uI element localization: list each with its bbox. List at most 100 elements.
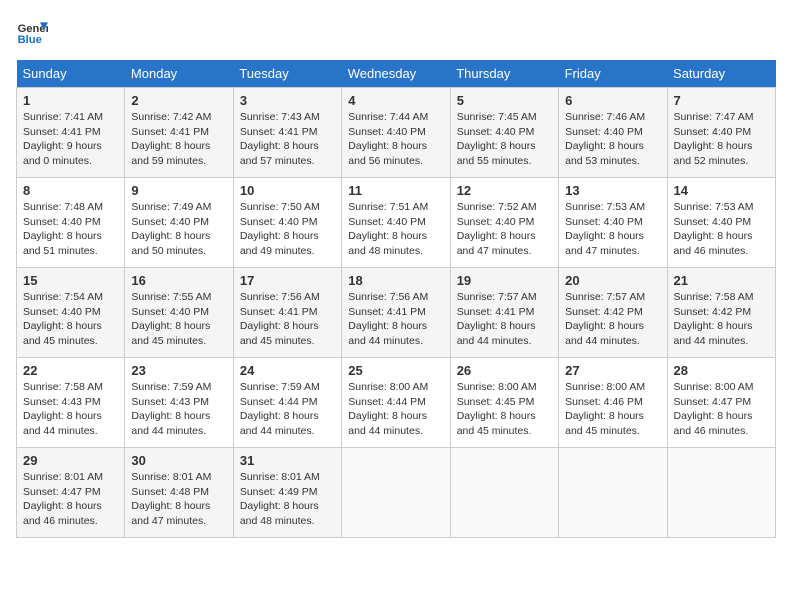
calendar-cell: 6 Sunrise: 7:46 AM Sunset: 4:40 PM Dayli… — [559, 88, 667, 178]
day-number: 2 — [131, 93, 226, 108]
day-info: Sunrise: 7:58 AM Sunset: 4:42 PM Dayligh… — [674, 290, 769, 349]
day-info: Sunrise: 8:00 AM Sunset: 4:46 PM Dayligh… — [565, 380, 660, 439]
day-number: 31 — [240, 453, 335, 468]
calendar-cell: 21 Sunrise: 7:58 AM Sunset: 4:42 PM Dayl… — [667, 268, 775, 358]
day-info: Sunrise: 7:43 AM Sunset: 4:41 PM Dayligh… — [240, 110, 335, 169]
day-number: 20 — [565, 273, 660, 288]
day-number: 21 — [674, 273, 769, 288]
calendar-cell: 20 Sunrise: 7:57 AM Sunset: 4:42 PM Dayl… — [559, 268, 667, 358]
day-number: 28 — [674, 363, 769, 378]
day-info: Sunrise: 7:56 AM Sunset: 4:41 PM Dayligh… — [240, 290, 335, 349]
calendar-cell: 15 Sunrise: 7:54 AM Sunset: 4:40 PM Dayl… — [17, 268, 125, 358]
day-number: 12 — [457, 183, 552, 198]
day-info: Sunrise: 7:58 AM Sunset: 4:43 PM Dayligh… — [23, 380, 118, 439]
day-info: Sunrise: 7:48 AM Sunset: 4:40 PM Dayligh… — [23, 200, 118, 259]
day-info: Sunrise: 7:47 AM Sunset: 4:40 PM Dayligh… — [674, 110, 769, 169]
weekday-header-wednesday: Wednesday — [342, 60, 450, 88]
calendar-cell: 4 Sunrise: 7:44 AM Sunset: 4:40 PM Dayli… — [342, 88, 450, 178]
day-number: 15 — [23, 273, 118, 288]
day-number: 14 — [674, 183, 769, 198]
day-info: Sunrise: 7:44 AM Sunset: 4:40 PM Dayligh… — [348, 110, 443, 169]
calendar-cell: 30 Sunrise: 8:01 AM Sunset: 4:48 PM Dayl… — [125, 448, 233, 538]
calendar-cell — [342, 448, 450, 538]
calendar-cell: 10 Sunrise: 7:50 AM Sunset: 4:40 PM Dayl… — [233, 178, 341, 268]
day-number: 26 — [457, 363, 552, 378]
calendar-week-row: 8 Sunrise: 7:48 AM Sunset: 4:40 PM Dayli… — [17, 178, 776, 268]
calendar-cell: 14 Sunrise: 7:53 AM Sunset: 4:40 PM Dayl… — [667, 178, 775, 268]
calendar-cell: 29 Sunrise: 8:01 AM Sunset: 4:47 PM Dayl… — [17, 448, 125, 538]
day-number: 7 — [674, 93, 769, 108]
day-number: 24 — [240, 363, 335, 378]
day-info: Sunrise: 8:01 AM Sunset: 4:48 PM Dayligh… — [131, 470, 226, 529]
calendar-cell: 3 Sunrise: 7:43 AM Sunset: 4:41 PM Dayli… — [233, 88, 341, 178]
day-info: Sunrise: 7:51 AM Sunset: 4:40 PM Dayligh… — [348, 200, 443, 259]
day-number: 8 — [23, 183, 118, 198]
calendar-cell: 24 Sunrise: 7:59 AM Sunset: 4:44 PM Dayl… — [233, 358, 341, 448]
calendar-cell: 23 Sunrise: 7:59 AM Sunset: 4:43 PM Dayl… — [125, 358, 233, 448]
calendar-cell: 5 Sunrise: 7:45 AM Sunset: 4:40 PM Dayli… — [450, 88, 558, 178]
calendar-cell: 28 Sunrise: 8:00 AM Sunset: 4:47 PM Dayl… — [667, 358, 775, 448]
calendar-cell: 18 Sunrise: 7:56 AM Sunset: 4:41 PM Dayl… — [342, 268, 450, 358]
day-number: 16 — [131, 273, 226, 288]
calendar-cell — [667, 448, 775, 538]
calendar-cell: 13 Sunrise: 7:53 AM Sunset: 4:40 PM Dayl… — [559, 178, 667, 268]
day-number: 18 — [348, 273, 443, 288]
calendar-cell: 12 Sunrise: 7:52 AM Sunset: 4:40 PM Dayl… — [450, 178, 558, 268]
calendar-cell: 22 Sunrise: 7:58 AM Sunset: 4:43 PM Dayl… — [17, 358, 125, 448]
day-info: Sunrise: 8:01 AM Sunset: 4:49 PM Dayligh… — [240, 470, 335, 529]
day-number: 27 — [565, 363, 660, 378]
day-number: 17 — [240, 273, 335, 288]
day-info: Sunrise: 7:57 AM Sunset: 4:42 PM Dayligh… — [565, 290, 660, 349]
day-number: 29 — [23, 453, 118, 468]
calendar-cell: 25 Sunrise: 8:00 AM Sunset: 4:44 PM Dayl… — [342, 358, 450, 448]
day-info: Sunrise: 7:46 AM Sunset: 4:40 PM Dayligh… — [565, 110, 660, 169]
day-info: Sunrise: 7:54 AM Sunset: 4:40 PM Dayligh… — [23, 290, 118, 349]
day-number: 25 — [348, 363, 443, 378]
calendar-cell: 27 Sunrise: 8:00 AM Sunset: 4:46 PM Dayl… — [559, 358, 667, 448]
weekday-header-friday: Friday — [559, 60, 667, 88]
day-info: Sunrise: 7:49 AM Sunset: 4:40 PM Dayligh… — [131, 200, 226, 259]
day-info: Sunrise: 7:59 AM Sunset: 4:43 PM Dayligh… — [131, 380, 226, 439]
calendar-week-row: 29 Sunrise: 8:01 AM Sunset: 4:47 PM Dayl… — [17, 448, 776, 538]
day-number: 3 — [240, 93, 335, 108]
day-number: 19 — [457, 273, 552, 288]
calendar-cell: 11 Sunrise: 7:51 AM Sunset: 4:40 PM Dayl… — [342, 178, 450, 268]
calendar-table: SundayMondayTuesdayWednesdayThursdayFrid… — [16, 60, 776, 538]
day-info: Sunrise: 7:42 AM Sunset: 4:41 PM Dayligh… — [131, 110, 226, 169]
day-number: 13 — [565, 183, 660, 198]
weekday-header-tuesday: Tuesday — [233, 60, 341, 88]
day-info: Sunrise: 7:53 AM Sunset: 4:40 PM Dayligh… — [674, 200, 769, 259]
weekday-header-sunday: Sunday — [17, 60, 125, 88]
weekday-header-row: SundayMondayTuesdayWednesdayThursdayFrid… — [17, 60, 776, 88]
day-info: Sunrise: 8:00 AM Sunset: 4:44 PM Dayligh… — [348, 380, 443, 439]
day-info: Sunrise: 7:52 AM Sunset: 4:40 PM Dayligh… — [457, 200, 552, 259]
day-info: Sunrise: 8:00 AM Sunset: 4:47 PM Dayligh… — [674, 380, 769, 439]
logo-icon: General Blue — [16, 16, 48, 48]
calendar-cell: 19 Sunrise: 7:57 AM Sunset: 4:41 PM Dayl… — [450, 268, 558, 358]
svg-text:Blue: Blue — [18, 34, 42, 46]
day-info: Sunrise: 8:01 AM Sunset: 4:47 PM Dayligh… — [23, 470, 118, 529]
day-info: Sunrise: 7:55 AM Sunset: 4:40 PM Dayligh… — [131, 290, 226, 349]
day-info: Sunrise: 8:00 AM Sunset: 4:45 PM Dayligh… — [457, 380, 552, 439]
day-number: 11 — [348, 183, 443, 198]
day-info: Sunrise: 7:59 AM Sunset: 4:44 PM Dayligh… — [240, 380, 335, 439]
weekday-header-thursday: Thursday — [450, 60, 558, 88]
day-number: 22 — [23, 363, 118, 378]
day-number: 23 — [131, 363, 226, 378]
calendar-cell: 8 Sunrise: 7:48 AM Sunset: 4:40 PM Dayli… — [17, 178, 125, 268]
day-number: 9 — [131, 183, 226, 198]
day-info: Sunrise: 7:57 AM Sunset: 4:41 PM Dayligh… — [457, 290, 552, 349]
day-number: 4 — [348, 93, 443, 108]
day-info: Sunrise: 7:50 AM Sunset: 4:40 PM Dayligh… — [240, 200, 335, 259]
calendar-cell: 31 Sunrise: 8:01 AM Sunset: 4:49 PM Dayl… — [233, 448, 341, 538]
calendar-cell — [559, 448, 667, 538]
page-header: General Blue — [16, 16, 776, 48]
calendar-cell: 7 Sunrise: 7:47 AM Sunset: 4:40 PM Dayli… — [667, 88, 775, 178]
logo: General Blue — [16, 16, 52, 48]
day-number: 5 — [457, 93, 552, 108]
day-number: 6 — [565, 93, 660, 108]
day-info: Sunrise: 7:41 AM Sunset: 4:41 PM Dayligh… — [23, 110, 118, 169]
calendar-cell: 26 Sunrise: 8:00 AM Sunset: 4:45 PM Dayl… — [450, 358, 558, 448]
day-info: Sunrise: 7:53 AM Sunset: 4:40 PM Dayligh… — [565, 200, 660, 259]
calendar-cell: 17 Sunrise: 7:56 AM Sunset: 4:41 PM Dayl… — [233, 268, 341, 358]
